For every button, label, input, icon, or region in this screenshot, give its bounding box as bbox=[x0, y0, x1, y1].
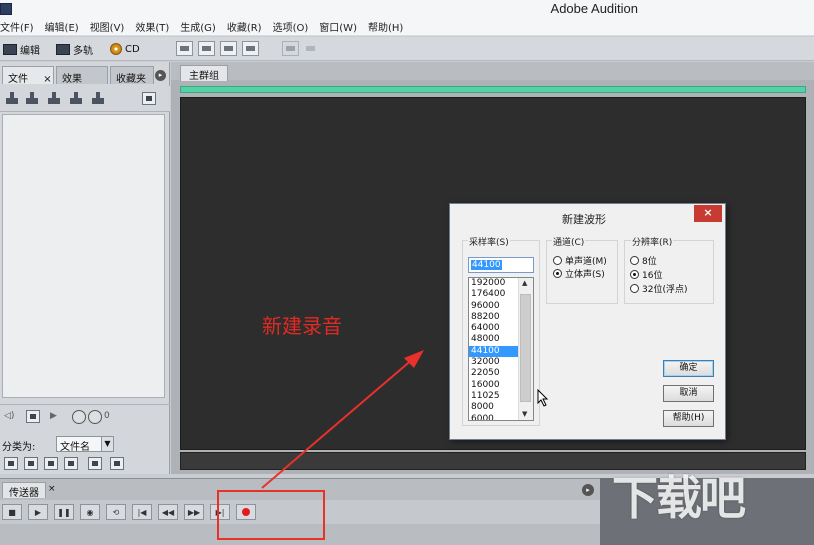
annotation-highlight-box bbox=[217, 490, 325, 540]
watermark: 下载吧 bbox=[612, 471, 746, 525]
